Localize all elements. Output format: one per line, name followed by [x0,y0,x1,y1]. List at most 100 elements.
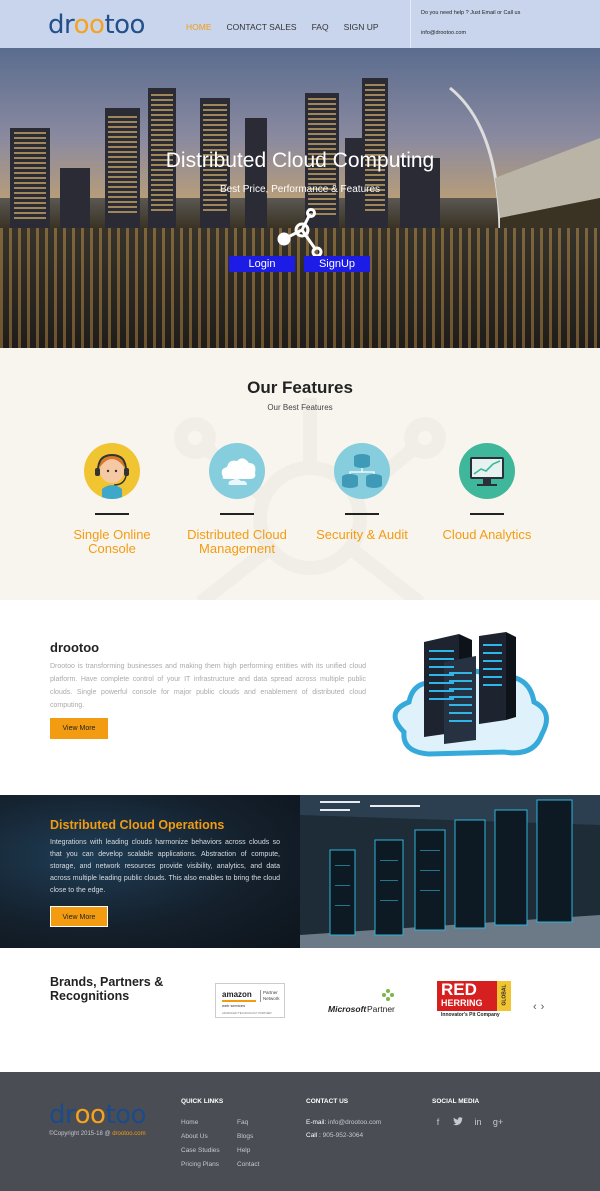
nav-contact-sales[interactable]: CONTACT SALES [227,22,297,32]
footer-email[interactable]: E-mail: info@drootoo.com [306,1119,381,1126]
city-building [10,128,50,228]
analytics-monitor-icon [459,443,515,499]
logo-text-part: too [105,1100,146,1130]
amazon-partner-logo[interactable]: amazon web services Partner Network ADVA… [215,983,285,1018]
chevron-left-icon[interactable]: ‹ [533,1001,541,1013]
red-herring-red: RED [441,980,477,999]
logo-text-part: dr [48,10,74,40]
nav-faq[interactable]: FAQ [312,22,329,32]
social-media-title: SOCIAL MEDIA [432,1098,480,1105]
site-logo[interactable]: drootoo [48,10,145,40]
feature-label-line: Security & Audit [316,527,408,542]
red-herring-global: GLOBAL [501,984,508,1006]
database-icon [334,443,390,499]
copyright-text: ©Copyright 2015-18 @ drootoo.com [49,1131,146,1137]
contact-us-title: CONTACT US [306,1098,349,1105]
features-section: Our Features Our Best Features Single On… [0,348,600,600]
feature-single-console[interactable]: Single Online Console [57,443,167,556]
linkedin-icon[interactable]: in [472,1117,484,1128]
facebook-icon[interactable]: f [432,1117,444,1128]
footer-link-contact[interactable]: Contact [237,1161,259,1168]
features-title: Our Features [247,378,353,397]
nav-home[interactable]: HOME [186,22,212,32]
main-nav: HOME CONTACT SALES FAQ SIGN UP [186,22,379,32]
copyright-prefix: ©Copyright 2015-18 @ [49,1131,111,1137]
red-herring-logo[interactable]: RED HERRING GLOBAL Innovator's Pit Compa… [437,981,511,1021]
feature-label-line: Distributed Cloud [187,527,287,542]
cloud-icon [209,443,265,499]
feature-divider [95,513,129,515]
support-agent-icon [84,443,140,499]
feature-label-line: Console [88,541,136,556]
carousel-arrows: ‹› [533,1001,548,1013]
social-icons: f in g+ [432,1117,504,1128]
about-title: drootoo [50,640,100,655]
site-footer: drootoo ©Copyright 2015-18 @ drootoo.com… [0,1072,600,1191]
logo-text-part: dr [49,1100,75,1130]
operations-text-panel: Distributed Cloud Operations Integration… [0,795,300,948]
datacenter-image [300,795,600,948]
logo-text-part: oo [73,10,105,40]
feature-label: Distributed Cloud Management [182,528,292,556]
amazon-sub: web services [222,1003,246,1008]
copyright-site-link[interactable]: drootoo.com [112,1131,145,1137]
logo-text-part: oo [74,1100,106,1130]
feature-label-line: Management [199,541,275,556]
operations-text: Integrations with leading clouds harmoni… [50,839,280,894]
footer-link-help[interactable]: Help [237,1147,250,1154]
quick-links-title: QUICK LINKS [181,1098,224,1105]
login-button[interactable]: Login [229,256,295,272]
feature-distributed-cloud[interactable]: Distributed Cloud Management [182,443,292,556]
hero-banner: Distributed Cloud Computing Best Price, … [0,48,600,348]
operations-section: Distributed Cloud Operations Integration… [0,795,600,948]
about-view-more-button[interactable]: View More [50,718,108,739]
twitter-icon[interactable] [452,1117,464,1128]
logo-text-part: too [104,10,145,40]
email-value: info@drootoo.com [328,1119,382,1126]
feature-label: Cloud Analytics [432,528,542,542]
footer-link-pricing[interactable]: Pricing Plans [181,1161,219,1168]
google-plus-icon[interactable]: g+ [492,1117,504,1128]
microsoft-partner-logo[interactable]: Microsoft Partner [328,988,398,1018]
nav-sign-up[interactable]: SIGN UP [344,22,379,32]
feature-label: Security & Audit [307,528,417,542]
footer-link-home[interactable]: Home [181,1119,198,1126]
red-herring-herring: HERRING [441,998,483,1008]
help-text: Do you need help ? Just Email or Call us [421,10,521,16]
operations-view-more-button[interactable]: View More [50,906,108,927]
site-header: drootoo HOME CONTACT SALES FAQ SIGN UP D… [0,0,600,48]
feature-divider [345,513,379,515]
about-text: Drootoo is transforming businesses and m… [50,663,366,709]
footer-logo[interactable]: drootoo [49,1100,146,1130]
header-contact-box: Do you need help ? Just Email or Call us… [410,0,600,48]
microsoft-partner-emblem-icon [382,989,394,1001]
footer-link-faq[interactable]: Faq [237,1119,248,1126]
footer-link-case-studies[interactable]: Case Studies [181,1147,220,1154]
feature-divider [220,513,254,515]
amazon-partner-text: Partner Network [260,990,284,1002]
hero-title: Distributed Cloud Computing [165,149,435,172]
features-subtitle: Our Best Features [267,403,333,412]
microsoft-wordmark: Microsoft [328,1004,367,1014]
hero-subtitle: Best Price, Performance & Features [219,184,381,195]
footer-phone[interactable]: Call : 905-952-3064 [306,1132,363,1139]
call-value: 905-952-3064 [322,1132,364,1139]
footer-link-about[interactable]: About Us [181,1133,208,1140]
feature-divider [470,513,504,515]
feature-cloud-analytics[interactable]: Cloud Analytics [432,443,542,542]
footer-link-blogs[interactable]: Blogs [237,1133,253,1140]
header-email[interactable]: info@drootoo.com [421,30,466,36]
red-herring-tagline: Innovator's Pit Company [441,1012,500,1018]
feature-security-audit[interactable]: Security & Audit [307,443,417,542]
amazon-wordmark: amazon [222,990,252,999]
feature-label-line: Single Online [73,527,151,542]
email-label: E-mail: [306,1119,327,1126]
city-building [245,118,267,228]
call-label: Call : [306,1132,321,1139]
chevron-right-icon[interactable]: › [541,1001,549,1013]
microsoft-partner-word: Partner [367,1004,395,1014]
amazon-tier-text: ADVANCED TECHNOLOGY PARTNER [222,1011,272,1015]
network-nodes-icon [277,208,323,258]
feature-label-line: Cloud Analytics [442,527,532,542]
signup-button[interactable]: SignUp [304,256,370,272]
